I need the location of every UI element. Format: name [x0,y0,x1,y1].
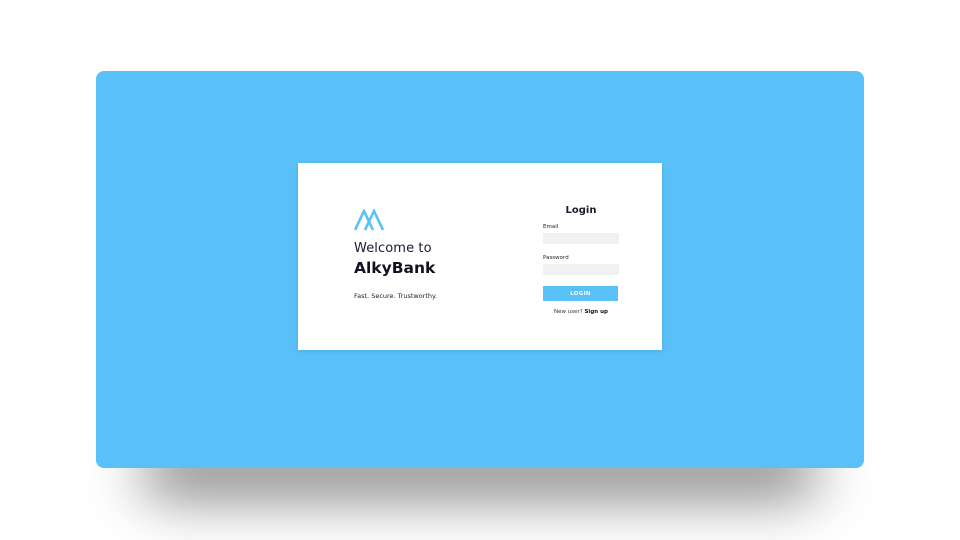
login-card: Welcome to AlkyBank Fast. Secure. Trustw… [298,163,662,350]
email-label: Email [543,224,559,230]
signup-prompt: New user? [554,309,583,315]
password-field[interactable] [543,264,619,275]
signup-line: New user? Sign up [543,309,619,315]
password-label: Password [543,255,569,261]
app-window: Welcome to AlkyBank Fast. Secure. Trustw… [96,71,864,468]
brand-panel: Welcome to AlkyBank Fast. Secure. Trustw… [354,209,437,300]
mountain-logo-icon [354,209,384,231]
brand-name: AlkyBank [354,259,436,277]
login-form: Login Email Password LOGIN New user? Sig… [543,205,619,315]
welcome-text: Welcome to [354,241,432,256]
tagline: Fast. Secure. Trustworthy. [354,292,438,300]
login-button[interactable]: LOGIN [543,286,618,301]
email-field[interactable] [543,233,619,244]
login-title: Login [565,205,597,216]
signup-link[interactable]: Sign up [584,309,607,315]
